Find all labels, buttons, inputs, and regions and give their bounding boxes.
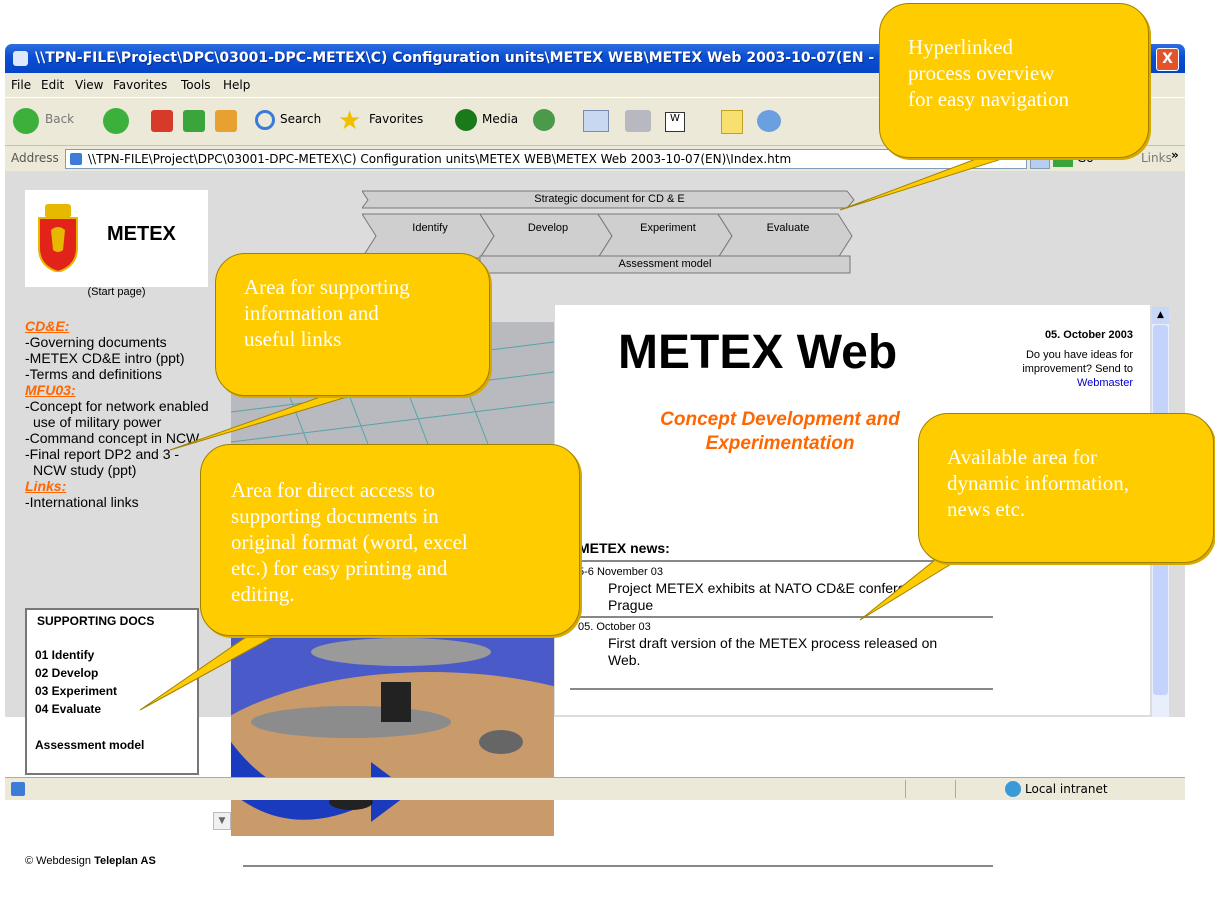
callout-text: process overview [908,61,1055,85]
callout-text: useful links [244,327,342,351]
callout-text: Hyperlinked [908,35,1013,59]
callout-dynamic-area: Available area for dynamic information, … [918,413,1214,563]
callout-text: Available area for [947,445,1098,469]
callout-text: information and [244,301,379,325]
callout-text: etc.) for easy printing and [231,556,448,580]
callout-text: original format (word, excel [231,530,468,554]
callout-supporting-docs: Area for direct access to supporting doc… [200,444,580,636]
callout-process-overview: Hyperlinked process overview for easy na… [879,3,1149,158]
callout-text: Area for supporting [244,275,410,299]
callout-text: Area for direct access to [231,478,436,502]
callout-text: dynamic information, [947,471,1129,495]
callout-text: supporting documents in [231,504,439,528]
callout-supporting-info: Area for supporting information and usef… [215,253,490,396]
callout-text: for easy navigation [908,87,1069,111]
callout-text: editing. [231,582,295,606]
callout-text: news etc. [947,497,1026,521]
